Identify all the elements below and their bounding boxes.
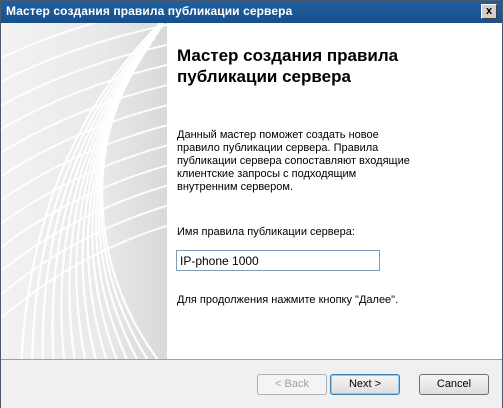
wizard-banner bbox=[1, 23, 167, 359]
wizard-description: Данный мастер поможет создать новое прав… bbox=[177, 129, 410, 193]
banner-mesh-line bbox=[1, 84, 167, 154]
page-title: Мастер создания правила публикации серве… bbox=[177, 46, 399, 86]
wizard-window: Мастер создания правила публикации серве… bbox=[0, 0, 503, 408]
rule-name-input[interactable] bbox=[176, 250, 380, 271]
continue-hint: Для продолжения нажмите кнопку "Далее". bbox=[177, 294, 399, 306]
close-icon: x bbox=[485, 5, 493, 17]
rule-name-label: Имя правила публикации сервера: bbox=[177, 226, 355, 238]
wizard-content: Мастер создания правила публикации серве… bbox=[167, 23, 502, 359]
next-button[interactable]: Next > bbox=[330, 374, 400, 395]
title-bar[interactable]: Мастер создания правила публикации серве… bbox=[1, 1, 502, 23]
banner-mesh-line bbox=[51, 30, 160, 359]
window-title: Мастер создания правила публикации серве… bbox=[6, 4, 293, 18]
cancel-button[interactable]: Cancel bbox=[419, 374, 489, 395]
back-button[interactable]: < Back bbox=[257, 374, 327, 395]
close-button[interactable]: x bbox=[481, 4, 497, 19]
button-bar: < Back Next > Cancel bbox=[1, 359, 502, 408]
banner-mesh-graphic bbox=[1, 23, 167, 359]
